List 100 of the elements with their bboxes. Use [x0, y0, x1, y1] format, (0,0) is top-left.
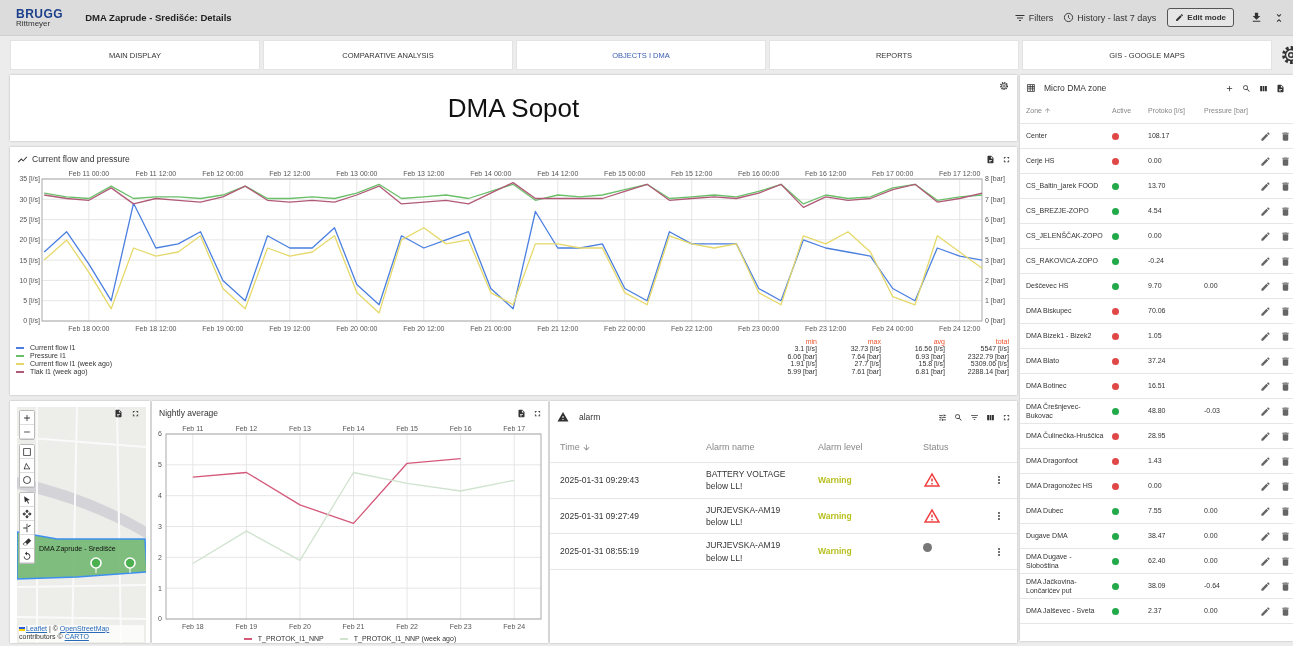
delete-icon[interactable]: [1280, 405, 1291, 417]
chart-title: Current flow and pressure: [32, 154, 130, 164]
move-tool-button[interactable]: [20, 507, 34, 521]
rotate-icon: [22, 550, 32, 561]
delete-icon[interactable]: [1280, 530, 1291, 542]
table-cell: BATTERY VOLTAGE below LL!: [706, 468, 786, 493]
delete-icon[interactable]: [1280, 480, 1291, 492]
search-icon[interactable]: [1242, 83, 1251, 93]
fullscreen-icon[interactable]: [131, 409, 140, 418]
delete-icon[interactable]: [1280, 380, 1291, 392]
delete-icon[interactable]: [1280, 205, 1291, 217]
edit-icon[interactable]: [1260, 205, 1271, 217]
alarm-level: Warning: [818, 510, 852, 521]
history-button[interactable]: History - last 7 days: [1058, 12, 1162, 23]
edit-mode-button[interactable]: Edit mode: [1167, 8, 1234, 27]
search-icon[interactable]: [954, 412, 963, 422]
map-pin[interactable]: [90, 557, 102, 573]
delete-icon[interactable]: [1280, 130, 1291, 142]
file-export-icon[interactable]: [986, 154, 995, 164]
rotate-button[interactable]: [20, 549, 34, 563]
edit-icon[interactable]: [1260, 405, 1271, 417]
edit-icon[interactable]: [1260, 505, 1271, 517]
delete-icon[interactable]: [1280, 555, 1291, 567]
column-header[interactable]: Time: [560, 442, 580, 452]
legend-swatch: [16, 370, 24, 373]
status-dot: [923, 543, 932, 553]
fullscreen-icon[interactable]: [1002, 154, 1011, 164]
legend-swatch: [243, 637, 252, 640]
logo-wordmark: BRUGG: [16, 7, 64, 20]
edit-icon[interactable]: [1260, 430, 1271, 442]
delete-icon[interactable]: [1280, 430, 1291, 442]
table-cell: 2025-01-31 09:29:43: [560, 475, 639, 486]
file-export-icon[interactable]: [114, 409, 123, 418]
edit-icon[interactable]: [1260, 380, 1271, 392]
delete-icon[interactable]: [1280, 505, 1291, 517]
delete-icon[interactable]: [1280, 355, 1291, 367]
edit-icon[interactable]: [1260, 355, 1271, 367]
delete-icon[interactable]: [1280, 330, 1291, 342]
edit-icon[interactable]: [1260, 280, 1271, 292]
column-header[interactable]: Alarm name: [706, 442, 755, 452]
edit-icon[interactable]: [1260, 455, 1271, 467]
edit-icon[interactable]: [1260, 230, 1271, 242]
edit-icon[interactable]: [1260, 180, 1271, 192]
chart-title: Nightly average: [159, 408, 219, 418]
move-icon: [22, 508, 32, 519]
delete-icon[interactable]: [1280, 255, 1291, 267]
legend-swatch: [16, 346, 24, 349]
edit-icon[interactable]: [1260, 530, 1271, 542]
edit-icon[interactable]: [1260, 155, 1271, 167]
eraser-icon: [22, 536, 32, 547]
add-icon[interactable]: [1225, 83, 1234, 93]
column-header[interactable]: Alarm level: [818, 442, 863, 452]
draw-rectangle-button[interactable]: [20, 445, 34, 459]
delete-icon[interactable]: [1280, 280, 1291, 292]
table-icon: [1026, 83, 1036, 93]
delete-icon[interactable]: [1280, 155, 1291, 167]
table-cell-text: JURJEVSKA-AM19 below LL!: [706, 539, 782, 564]
edit-icon[interactable]: [1260, 605, 1271, 617]
pencil-icon: [1175, 13, 1185, 22]
column-header[interactable]: Status: [923, 442, 949, 452]
warning-icon: [923, 506, 941, 525]
edit-icon[interactable]: [1260, 580, 1271, 592]
map-pin[interactable]: [124, 557, 136, 573]
settings-icon[interactable]: [999, 81, 1009, 91]
edit-icon[interactable]: [1260, 480, 1271, 492]
delete-icon[interactable]: [1280, 305, 1291, 317]
warning-icon: [923, 471, 941, 490]
delete-icon[interactable]: [1280, 580, 1291, 592]
adjust-icon[interactable]: [938, 412, 947, 422]
edit-icon[interactable]: [1260, 130, 1271, 142]
edit-icon[interactable]: [1260, 255, 1271, 267]
edit-icon[interactable]: [1260, 555, 1271, 567]
panel-title: Micro DMA zone: [1044, 83, 1107, 93]
panel-title: alarm: [579, 412, 601, 422]
fullscreen-icon[interactable]: [533, 408, 542, 418]
draw-polygon-button[interactable]: [20, 459, 34, 473]
cursor-icon: [22, 494, 32, 505]
edit-icon[interactable]: [1260, 330, 1271, 342]
file-export-icon[interactable]: [1276, 83, 1285, 93]
download-icon[interactable]: [1250, 11, 1263, 24]
page-title: DMA Zaprude - Središće: Details: [85, 12, 232, 23]
select-tool-button[interactable]: [20, 493, 34, 507]
delete-icon[interactable]: [1280, 455, 1291, 467]
fullscreen-icon[interactable]: [1002, 412, 1011, 422]
filters-button[interactable]: Filters: [1008, 11, 1059, 24]
zoom-in-button[interactable]: [20, 411, 34, 425]
file-export-icon[interactable]: [517, 408, 526, 418]
filter-icon[interactable]: [970, 412, 979, 422]
draw-circle-button[interactable]: [20, 473, 34, 487]
logo-subtitle: Rittmeyer: [16, 19, 52, 28]
columns-icon[interactable]: [986, 412, 995, 422]
eraser-button[interactable]: [20, 535, 34, 549]
legend-swatch: [339, 637, 348, 640]
warning-icon: [557, 411, 569, 423]
delete-icon[interactable]: [1280, 230, 1291, 242]
delete-icon[interactable]: [1280, 605, 1291, 617]
columns-icon[interactable]: [1259, 83, 1268, 93]
table-cell: 2025-01-31 08:55:19: [560, 546, 639, 557]
edit-icon[interactable]: [1260, 305, 1271, 317]
delete-icon[interactable]: [1280, 180, 1291, 192]
